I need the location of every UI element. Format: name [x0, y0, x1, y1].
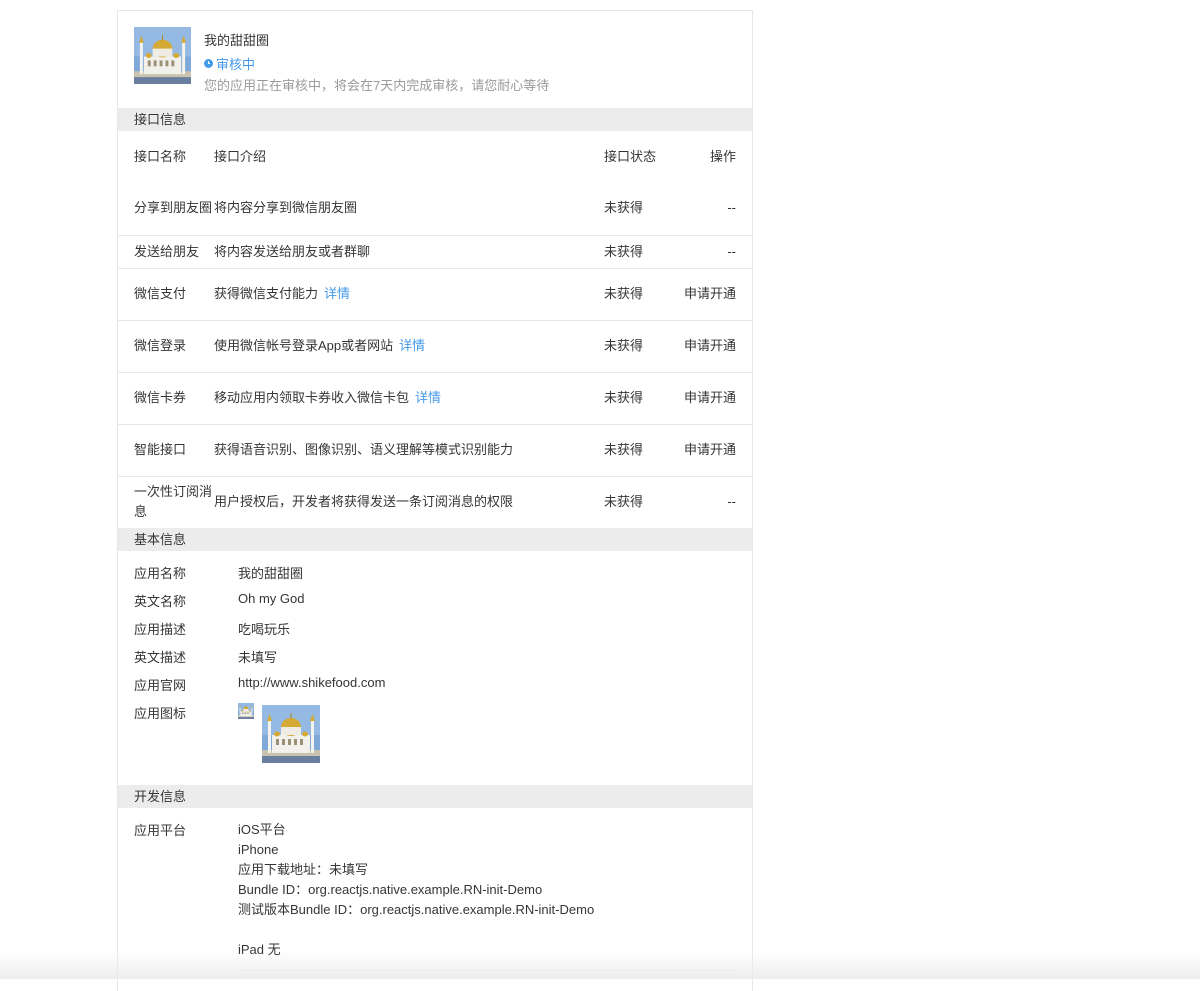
platform-line: iPhone [238, 842, 279, 857]
info-row: 应用描述 吃喝玩乐 [134, 619, 752, 647]
info-row: 应用名称 我的甜甜圈 [134, 563, 752, 591]
col-api-desc: 接口介绍 [214, 148, 267, 164]
api-desc: 使用微信帐号登录App或者网站 [214, 338, 394, 353]
api-desc: 将内容发送给朋友或者群聊 [214, 243, 371, 259]
app-name: 我的甜甜圈 [204, 33, 270, 48]
api-desc-cell: 用户授权后，开发者将获得发送一条订阅消息的权限 [214, 475, 604, 528]
api-section-title: 接口信息 [118, 108, 752, 131]
api-status: 未获得 [604, 200, 644, 216]
platform-line: Bundle ID：org.reactjs.native.example.RN-… [238, 882, 543, 897]
app-detail-card: 我的甜甜圈 审核中 您的应用正在审核中，将会在7天内完成审核，请您耐心等待 接口… [117, 10, 753, 991]
api-desc: 获得语音识别、图像识别、语义理解等模式识别能力 [214, 442, 514, 457]
api-desc: 用户授权后，开发者将获得发送一条订阅消息的权限 [214, 494, 514, 510]
platform-line: iOS平台 [238, 822, 286, 837]
info-value: 吃喝玩乐 [238, 622, 291, 637]
info-row: 英文名称 Oh my God [134, 591, 752, 619]
api-row: 一次性订阅消息 用户授权后，开发者将获得发送一条订阅消息的权限 未获得 -- [118, 475, 752, 528]
platform-lines: iOS平台 iPhone 应用下载地址：未填写 Bundle ID：org.re… [238, 820, 736, 971]
info-value: http://www.shikefood.com [238, 675, 386, 690]
app-icon-row: 应用图标 [134, 703, 752, 773]
api-desc-cell: 获得微信支付能力 详情 [214, 267, 604, 320]
apply-button[interactable]: 申请开通 [670, 319, 752, 372]
api-action-empty: -- [670, 234, 752, 268]
api-status: 未获得 [604, 319, 670, 372]
api-name: 一次性订阅消息 [118, 475, 214, 528]
api-desc-cell: 移动应用内领取卡券收入微信卡包 详情 [214, 371, 604, 424]
info-value: Oh my God [238, 591, 305, 606]
app-header: 我的甜甜圈 审核中 您的应用正在审核中，将会在7天内完成审核，请您耐心等待 [118, 11, 752, 108]
info-label: 应用图标 [134, 706, 187, 721]
col-api-action: 操作 [709, 148, 736, 164]
api-desc: 将内容分享到微信朋友圈 [214, 200, 358, 216]
api-table: 接口名称 接口介绍 接口状态 操作 分享到朋友圈 将内容分享到微信朋友圈 未获得 --… [118, 131, 752, 528]
info-label: 应用官网 [134, 678, 187, 693]
info-value: 未填写 [238, 650, 278, 665]
info-label: 英文描述 [134, 650, 187, 665]
api-name: 智能接口 [118, 423, 214, 476]
api-desc-cell: 使用微信帐号登录App或者网站 详情 [214, 319, 604, 372]
api-desc: 获得微信支付能力 [214, 286, 319, 301]
platform-label: 应用平台 [134, 823, 187, 838]
detail-link[interactable]: 详情 [415, 390, 441, 405]
review-status-text: 审核中 [216, 57, 256, 72]
api-row: 发送给朋友 将内容发送给朋友或者群聊 未获得 -- [118, 234, 752, 268]
api-row: 微信登录 使用微信帐号登录App或者网站 详情 未获得 申请开通 [118, 319, 752, 372]
api-status: 未获得 [604, 475, 670, 528]
platform-row: 应用平台 iOS平台 iPhone 应用下载地址：未填写 Bundle ID：o… [134, 820, 752, 971]
basic-section-title: 基本信息 [118, 528, 752, 551]
bottom-fade [0, 951, 1200, 979]
api-row: 微信卡券 移动应用内领取卡券收入微信卡包 详情 未获得 申请开通 [118, 371, 752, 424]
api-status: 未获得 [604, 423, 670, 476]
apply-button[interactable]: 申请开通 [670, 423, 752, 476]
api-desc-cell: 将内容发送给朋友或者群聊 [214, 234, 604, 268]
app-thumbnail-image [134, 27, 191, 84]
detail-link[interactable]: 详情 [399, 338, 425, 353]
info-value: 我的甜甜圈 [238, 566, 304, 581]
detail-link[interactable]: 详情 [324, 286, 350, 301]
api-table-header: 接口名称 接口介绍 接口状态 操作 [118, 131, 752, 182]
platform-line: 测试版本Bundle ID：org.reactjs.native.example… [238, 902, 595, 917]
api-action-empty: -- [670, 475, 752, 528]
dev-info: 应用平台 iOS平台 iPhone 应用下载地址：未填写 Bundle ID：o… [118, 808, 752, 971]
app-icon-small-image [238, 703, 254, 719]
info-label: 应用描述 [134, 622, 187, 637]
app-icons [238, 703, 320, 763]
api-status: 未获得 [604, 267, 670, 320]
api-desc: 移动应用内领取卡券收入微信卡包 [214, 390, 410, 405]
api-name: 微信支付 [118, 267, 214, 320]
col-api-name: 接口名称 [134, 148, 187, 164]
info-row: 应用官网 http://www.shikefood.com [134, 675, 752, 703]
review-status-note: 您的应用正在审核中，将会在7天内完成审核，请您耐心等待 [204, 78, 550, 93]
info-label: 应用名称 [134, 566, 187, 581]
api-desc-cell: 将内容分享到微信朋友圈 [214, 182, 604, 235]
basic-info: 应用名称 我的甜甜圈英文名称 Oh my God 应用描述 吃喝玩乐英文描述 未填写应用官… [118, 551, 752, 785]
info-label: 英文名称 [134, 594, 187, 609]
api-name: 微信卡券 [118, 371, 214, 424]
api-name: 发送给朋友 [118, 234, 214, 268]
info-row: 英文描述 未填写 [134, 647, 752, 675]
review-status: 审核中 [204, 54, 255, 73]
api-status: 未获得 [604, 371, 670, 424]
api-row: 微信支付 获得微信支付能力 详情 未获得 申请开通 [118, 267, 752, 320]
api-row: 分享到朋友圈 将内容分享到微信朋友圈 未获得 -- [118, 182, 752, 235]
apply-button[interactable]: 申请开通 [670, 267, 752, 320]
platform-line: 应用下载地址：未填写 [238, 862, 369, 877]
app-icon-large-image [262, 705, 320, 763]
dev-section-title: 开发信息 [118, 785, 752, 808]
api-name: 微信登录 [118, 319, 214, 372]
api-action-empty: -- [727, 200, 736, 216]
api-desc-cell: 获得语音识别、图像识别、语义理解等模式识别能力 [214, 423, 604, 476]
api-status: 未获得 [604, 234, 670, 268]
col-api-status: 接口状态 [604, 148, 657, 164]
api-row: 智能接口 获得语音识别、图像识别、语义理解等模式识别能力 未获得 申请开通 [118, 423, 752, 476]
clock-icon [204, 59, 213, 68]
apply-button[interactable]: 申请开通 [670, 371, 752, 424]
api-name: 分享到朋友圈 [134, 200, 213, 216]
